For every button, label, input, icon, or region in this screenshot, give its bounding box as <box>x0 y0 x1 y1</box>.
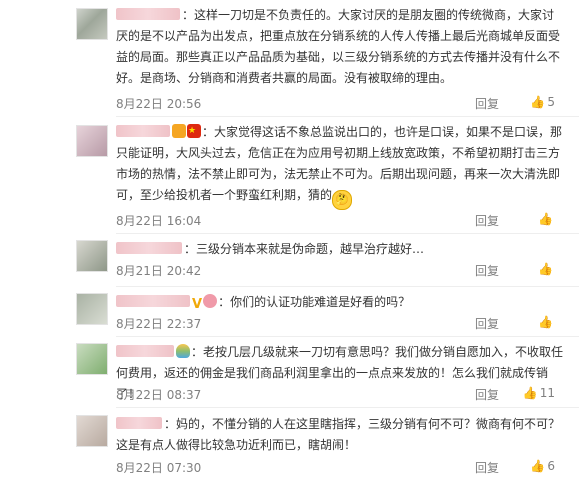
avatar[interactable] <box>76 415 108 447</box>
avatar[interactable] <box>76 240 108 272</box>
reply-button[interactable]: 回复 <box>475 459 499 476</box>
verified-v-icon: V <box>192 297 203 312</box>
avatar[interactable] <box>76 125 108 157</box>
comment-time: 8月21日 20:42 <box>116 264 202 278</box>
china-flag-icon <box>187 121 201 142</box>
comment-text-block: V ：你们的认证功能难道是好看的吗？ <box>116 292 565 313</box>
thumbs-up-icon: 👍 <box>530 459 546 473</box>
comment-meta: 8月22日 08:37 回复 👍 11 <box>116 386 565 402</box>
comment-list: ：这样一刀切是不负责任的。大家讨厌的是朋友圈的传统微商，大家讨厌的是不以产品为出… <box>0 0 579 482</box>
thumbs-up-icon: 👍 <box>538 315 553 329</box>
vip-badge-icon <box>172 124 186 138</box>
comment-text: ：这样一刀切是不负责任的。大家讨厌的是朋友圈的传统微商，大家讨厌的是不以产品为出… <box>116 8 561 85</box>
comment-text-block: ：大家觉得这话不象总监说出口的，也许是口误，如果不是口误，那只能证明，大风头过去… <box>116 121 565 210</box>
username[interactable] <box>116 8 180 20</box>
comment-time: 8月22日 20:56 <box>116 97 202 111</box>
like-button[interactable]: 👍 <box>538 262 555 276</box>
comment-text: ：三级分销本来就是伪命题，越早治疗越好… <box>184 242 425 256</box>
avatar[interactable] <box>76 8 108 40</box>
comment-time: 8月22日 08:37 <box>116 388 202 402</box>
comment-meta: 8月22日 16:04 回复 👍 <box>116 212 565 228</box>
comment-item: ：老按几层几级就来一刀切有意思吗？我们做分销自愿加入，不收取任何费用，返还的佣金… <box>0 337 579 408</box>
balloon-badge-icon <box>176 344 190 358</box>
like-button[interactable]: 👍 <box>538 212 555 226</box>
comment-item: ：这样一刀切是不负责任的。大家讨厌的是朋友圈的传统微商，大家讨厌的是不以产品为出… <box>0 0 579 117</box>
comment-item: ：三级分销本来就是伪命题，越早治疗越好… 8月21日 20:42 回复 👍 <box>0 234 579 287</box>
comment-time: 8月22日 07:30 <box>116 461 202 475</box>
like-button[interactable]: 👍 6 <box>530 459 555 473</box>
username[interactable] <box>116 125 170 137</box>
comment-text: ：你们的认证功能难道是好看的吗？ <box>218 295 411 309</box>
comment-text-block: ：妈的，不懂分销的人在这里瞎指挥，三级分销有何不可？微商有何不可？这是有点人做得… <box>116 414 565 456</box>
thumbs-up-icon: 👍 <box>522 386 538 400</box>
like-count: 11 <box>539 386 555 400</box>
reply-button[interactable]: 回复 <box>475 386 499 403</box>
divider <box>116 407 579 408</box>
comment-meta: 8月21日 20:42 回复 👍 <box>116 262 565 278</box>
like-button[interactable]: 👍 11 <box>523 386 555 400</box>
comment-item: ：大家觉得这话不象总监说出口的，也许是口误，如果不是口误，那只能证明，大风头过去… <box>0 117 579 234</box>
username[interactable] <box>116 345 174 357</box>
member-badge-icon <box>203 294 218 308</box>
username[interactable] <box>116 417 162 429</box>
reply-button[interactable]: 回复 <box>475 315 499 332</box>
thumbs-up-icon: 👍 <box>538 262 553 276</box>
comment-meta: 8月22日 07:30 回复 👍 6 <box>116 459 565 475</box>
comment-text-block: ：三级分销本来就是伪命题，越早治疗越好… <box>116 239 565 260</box>
like-button[interactable]: 👍 5 <box>530 95 555 109</box>
comment-text: ：妈的，不懂分销的人在这里瞎指挥，三级分销有何不可？微商有何不可？这是有点人做得… <box>116 417 561 452</box>
thumbs-up-icon: 👍 <box>538 212 553 226</box>
reply-button[interactable]: 回复 <box>475 262 499 279</box>
avatar[interactable] <box>76 293 108 325</box>
thumbs-up-icon: 👍 <box>530 95 546 109</box>
comment-item: ：妈的，不懂分销的人在这里瞎指挥，三级分销有何不可？微商有何不可？这是有点人做得… <box>0 409 579 482</box>
username[interactable] <box>116 295 190 307</box>
username[interactable] <box>116 242 182 254</box>
comment-time: 8月22日 22:37 <box>116 317 202 331</box>
like-count: 5 <box>547 95 555 109</box>
comment-item: V ：你们的认证功能难道是好看的吗？ 8月22日 22:37 回复 👍 <box>0 287 579 337</box>
like-button[interactable]: 👍 <box>538 315 555 329</box>
reply-button[interactable]: 回复 <box>475 212 499 229</box>
avatar[interactable] <box>76 343 108 375</box>
comment-meta: 8月22日 20:56 回复 👍 5 <box>116 95 565 111</box>
thinking-emoji-icon: 🤔 <box>332 190 353 210</box>
comment-time: 8月22日 16:04 <box>116 214 202 228</box>
comment-text-block: ：这样一刀切是不负责任的。大家讨厌的是朋友圈的传统微商，大家讨厌的是不以产品为出… <box>116 5 565 89</box>
like-count: 6 <box>547 459 555 473</box>
comment-meta: 8月22日 22:37 回复 👍 <box>116 315 565 331</box>
reply-button[interactable]: 回复 <box>475 95 499 112</box>
